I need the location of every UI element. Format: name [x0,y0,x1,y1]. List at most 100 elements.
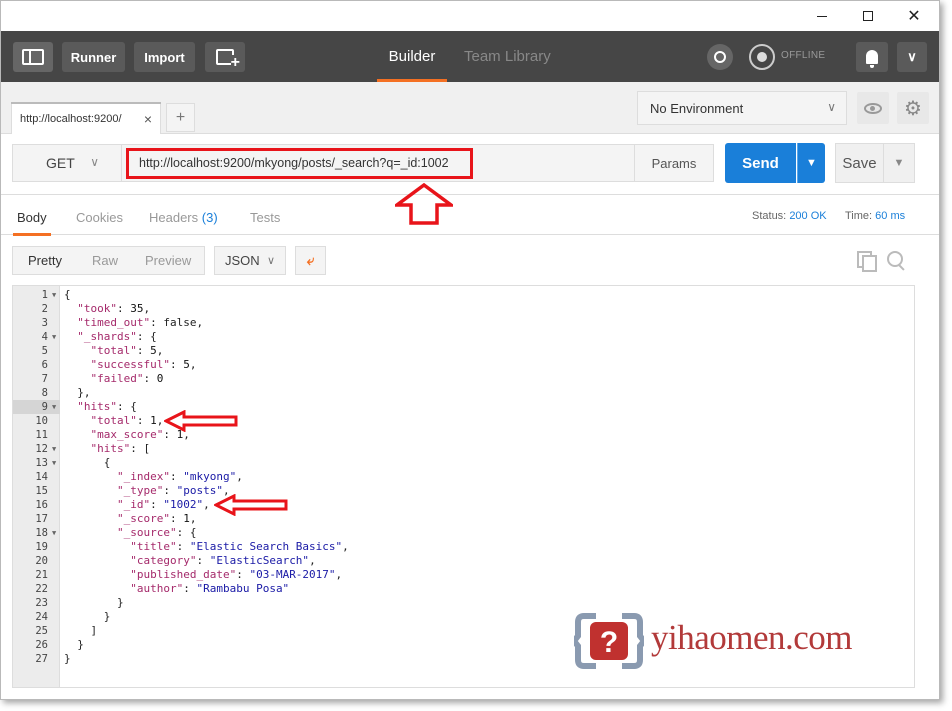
line-number-cell: 8 [13,386,60,400]
code-text: { [64,456,111,469]
close-window-button[interactable]: ✕ [891,1,937,31]
send-button[interactable]: Send [725,143,796,183]
code-text: "_source": { [116,526,197,539]
code-text: "total": 1, [90,414,164,427]
send-options-button[interactable]: ▼ [797,143,825,183]
import-button[interactable]: Import [134,42,195,72]
line-number-cell: 16 [13,498,60,512]
line-number: 2 [41,303,48,315]
line-number-cell: 3 [13,316,60,330]
code-text: } [64,638,84,651]
maximize-button[interactable] [845,1,891,31]
svg-text:?: ? [600,626,618,659]
code-text: "_type": "posts", [116,484,230,497]
new-window-button[interactable]: + [205,42,245,72]
minimize-button[interactable] [799,1,845,31]
line-number-cell: 22 [13,582,60,596]
line-number-cell: 14 [13,470,60,484]
code-text: }, [64,386,91,399]
format-raw-button[interactable]: Raw [92,253,118,268]
line-number: 24 [35,611,48,623]
line-number-cell: 13 ▼ [13,456,60,470]
fold-toggle-icon[interactable]: ▼ [52,288,56,302]
line-number: 21 [35,569,48,581]
line-number-cell: 1 ▼ [13,288,60,302]
code-text: "hits": [ [90,442,151,455]
line-number: 1 [41,289,48,301]
app-window: ✕ Runner Import + Builder Team Library O… [0,0,940,700]
tab-builder[interactable]: Builder [377,31,447,82]
sidebar-icon [22,49,44,65]
fold-toggle-icon[interactable]: ▼ [52,330,56,344]
add-tab-button[interactable]: + [166,103,195,132]
code-text: "category": "ElasticSearch", [130,554,316,567]
save-button[interactable]: Save [835,143,884,183]
save-options-button[interactable]: ▼ [883,143,915,183]
code-line: 17 "_score": 1, [13,512,913,526]
search-icon[interactable] [887,251,905,269]
tab-tests[interactable]: Tests [250,210,280,225]
code-text: } [64,610,111,623]
url-input[interactable] [122,144,635,182]
format-preview-button[interactable]: Preview [145,253,191,268]
tab-body[interactable]: Body [13,210,51,236]
notifications-button[interactable] [856,42,888,72]
code-line: 19 "title": "Elastic Search Basics", [13,540,913,554]
code-text: "_id": "1002", [116,498,210,511]
line-number-cell: 5 [13,344,60,358]
offline-icon [749,44,775,70]
request-tab[interactable]: http://localhost:9200/ × [11,102,161,134]
copy-icon[interactable] [857,251,877,272]
params-button[interactable]: Params [634,144,714,182]
tab-team-library[interactable]: Team Library [464,31,551,82]
line-number-cell: 24 [13,610,60,624]
code-line: 20 "category": "ElasticSearch", [13,554,913,568]
code-text: "_score": 1, [116,512,197,525]
chevron-down-icon: ▼ [806,157,817,169]
line-number-cell: 21 [13,568,60,582]
fold-toggle-icon[interactable]: ▼ [52,526,56,540]
fold-toggle-icon[interactable]: ▼ [52,442,56,456]
tab-headers[interactable]: Headers (3) [149,210,218,225]
request-url-bar: GET ∨ Params Send ▼ Save ▼ [1,135,939,195]
manage-environments-button[interactable]: ⚙ [897,92,929,124]
fold-toggle-icon[interactable]: ▼ [52,400,56,414]
code-line: 5 "total": 5, [13,344,913,358]
format-pretty-button[interactable]: Pretty [28,253,62,268]
request-tab-label: http://localhost:9200/ [20,112,122,125]
minimize-icon [817,15,827,17]
close-tab-icon[interactable]: × [144,111,152,127]
tab-cookies[interactable]: Cookies [76,210,123,225]
settings-menu-button[interactable]: ∨ [897,42,927,72]
fold-toggle-icon[interactable]: ▼ [52,456,56,470]
line-number-cell: 15 [13,484,60,498]
environment-value: No Environment [650,100,744,116]
method-select[interactable]: GET ∨ [12,144,122,182]
watermark-logo: ? [574,613,644,669]
code-line: 21 "published_date": "03-MAR-2017", [13,568,913,582]
toggle-sidebar-button[interactable] [13,42,53,72]
code-text: "_shards": { [77,330,157,343]
line-number: 12 [35,443,48,455]
environment-quick-look-button[interactable] [857,92,889,124]
language-select[interactable]: JSON ∨ [214,246,286,275]
code-line: 14 "_index": "mkyong", [13,470,913,484]
tab-headers-label: Headers [149,210,199,225]
wrap-lines-button[interactable]: ⤶ [295,246,326,275]
code-text: ] [64,624,98,637]
bell-icon [866,50,878,68]
sync-icon[interactable] [707,44,733,70]
code-text: "author": "Rambabu Posa" [130,582,290,595]
maximize-icon [863,11,873,21]
annotation-arrow-left [214,494,288,516]
method-value: GET [46,155,75,171]
chevron-down-icon: ∨ [90,155,99,169]
code-line: 4 ▼ "_shards": { [13,330,913,344]
chevron-down-icon: ∨ [907,49,917,64]
code-text: "total": 5, [90,344,164,357]
code-line: 22 "author": "Rambabu Posa" [13,582,913,596]
environment-select[interactable]: No Environment ∨ [637,91,847,125]
code-text: "timed_out": false, [77,316,204,329]
runner-button[interactable]: Runner [62,42,125,72]
code-text: } [64,652,71,665]
